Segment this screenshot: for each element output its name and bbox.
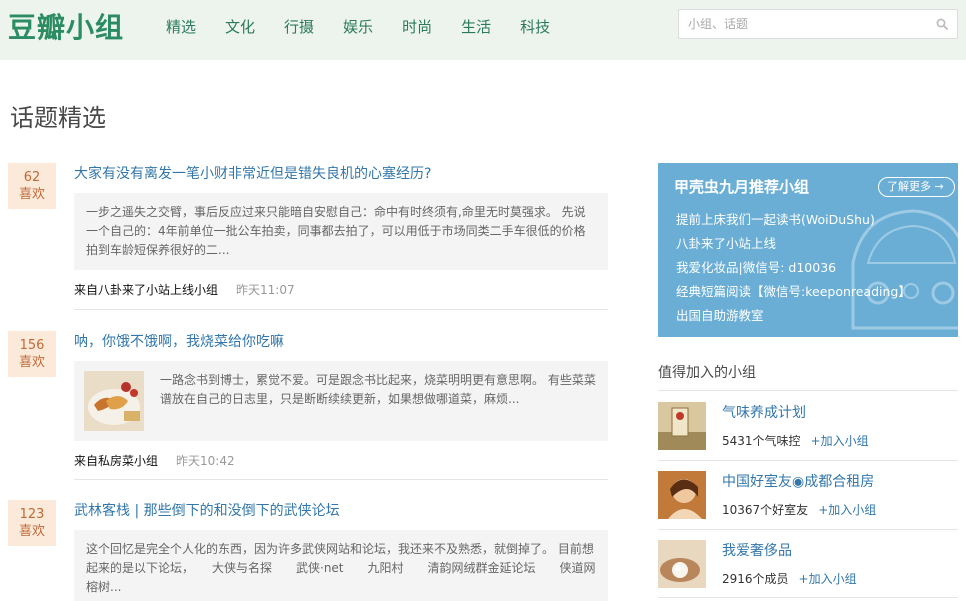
topic-item: 156 喜欢 呐，你饿不饿啊，我烧菜给你吃嘛 一路念书到博士，累觉不爱。可是跟念…	[8, 331, 608, 481]
topic-excerpt[interactable]: 一步之遥失之交臂，事后反应过来只能暗自安慰自己：命中有时终须有,命里无时莫强求。…	[74, 193, 608, 270]
group-member-count: 2916个成员 +加入小组	[722, 572, 857, 586]
group-avatar[interactable]	[658, 540, 706, 588]
nav-culture[interactable]: 文化	[225, 16, 255, 37]
group-member-count: 10367个好室友 +加入小组	[722, 503, 877, 517]
topic-meta: 来自私房菜小组 昨天10:42	[74, 452, 235, 469]
group-avatar[interactable]	[658, 402, 706, 450]
food-photo-icon[interactable]	[84, 371, 144, 431]
topic-title[interactable]: 武林客栈 | 那些倒下的和没倒下的武侠论坛	[74, 500, 340, 520]
topic-time: 昨天10:42	[176, 454, 235, 468]
banner-group-item[interactable]: 我爱化妆品|微信号: d10036	[676, 256, 911, 280]
recommend-banner[interactable]: 甲壳虫九月推荐小组 了解更多 → 提前上床我们一起读书(WoiDuShu) 八卦…	[658, 163, 958, 337]
group-avatar[interactable]	[658, 471, 706, 519]
group-item: 气味养成计划 5431个气味控 +加入小组	[658, 402, 958, 462]
topic-source[interactable]: 来自私房菜小组	[74, 454, 158, 468]
banner-group-item[interactable]: 提前上床我们一起读书(WoiDuShu)	[676, 208, 911, 232]
nav-tech[interactable]: 科技	[520, 16, 550, 37]
divider	[658, 460, 958, 461]
main-nav: 精选 文化 行摄 娱乐 时尚 生活 科技	[166, 16, 579, 37]
logo[interactable]: 豆瓣小组	[8, 6, 124, 46]
nav-fashion[interactable]: 时尚	[402, 16, 432, 37]
divider	[658, 390, 958, 391]
header: 豆瓣小组 精选 文化 行摄 娱乐 时尚 生活 科技	[0, 0, 966, 60]
topic-source[interactable]: 来自八卦来了小站上线小组	[74, 283, 218, 297]
nav-featured[interactable]: 精选	[166, 16, 196, 37]
divider	[658, 597, 958, 598]
recommended-groups-heading: 值得加入的小组	[658, 365, 756, 381]
topic-item: 62 喜欢 大家有没有离发一笔小财非常近但是错失良机的心塞经历? 一步之遥失之交…	[8, 163, 608, 313]
group-item: 我爱奢侈品 2916个成员 +加入小组	[658, 540, 958, 600]
likes-badge: 123 喜欢	[8, 500, 56, 546]
topic-item: 123 喜欢 武林客栈 | 那些倒下的和没倒下的武侠论坛 这个回忆是完全个人化的…	[8, 500, 608, 601]
banner-group-list: 提前上床我们一起读书(WoiDuShu) 八卦来了小站上线 我爱化妆品|微信号:…	[676, 208, 911, 328]
divider	[658, 529, 958, 530]
likes-label: 喜欢	[18, 524, 45, 539]
divider	[74, 309, 608, 310]
banner-group-item[interactable]: 八卦来了小站上线	[676, 232, 911, 256]
likes-count: 156	[19, 338, 45, 353]
learn-more-button[interactable]: 了解更多 →	[878, 177, 955, 197]
likes-badge: 156 喜欢	[8, 331, 56, 377]
group-name[interactable]: 我爱奢侈品	[722, 540, 792, 560]
group-member-count: 5431个气味控 +加入小组	[722, 434, 869, 448]
likes-count: 123	[19, 507, 45, 522]
topic-excerpt[interactable]: 一路念书到博士，累觉不爱。可是跟念书比起来，烧菜明明更有意思啊。 有些菜菜谱放在…	[74, 361, 608, 441]
likes-label: 喜欢	[18, 355, 45, 370]
likes-count: 62	[23, 170, 41, 185]
nav-entertainment[interactable]: 娱乐	[343, 16, 373, 37]
nav-travel[interactable]: 行摄	[284, 16, 314, 37]
group-name[interactable]: 中国好室友◉成都合租房	[722, 471, 874, 491]
banner-title[interactable]: 甲壳虫九月推荐小组	[674, 176, 809, 197]
join-group-button[interactable]: +加入小组	[818, 503, 876, 517]
search-icon[interactable]	[936, 18, 948, 30]
join-group-button[interactable]: +加入小组	[799, 572, 857, 586]
topic-title[interactable]: 大家有没有离发一笔小财非常近但是错失良机的心塞经历?	[74, 163, 431, 183]
group-item: 中国好室友◉成都合租房 10367个好室友 +加入小组	[658, 471, 958, 531]
nav-life[interactable]: 生活	[461, 16, 491, 37]
banner-group-item[interactable]: 经典短篇阅读【微信号:keeponreading】	[676, 280, 911, 304]
join-group-button[interactable]: +加入小组	[811, 434, 869, 448]
group-name[interactable]: 气味养成计划	[722, 402, 806, 422]
banner-group-item[interactable]: 出国自助游教室	[676, 304, 911, 328]
likes-label: 喜欢	[18, 187, 45, 202]
topic-title[interactable]: 呐，你饿不饿啊，我烧菜给你吃嘛	[74, 331, 284, 351]
topic-time: 昨天11:07	[236, 283, 295, 297]
page-title: 话题精选	[10, 104, 106, 132]
search-input[interactable]	[679, 10, 919, 38]
search-box	[678, 9, 958, 39]
divider	[74, 479, 608, 480]
topic-excerpt[interactable]: 这个回忆是完全个人化的东西，因为许多武侠网站和论坛，我还来不及熟悉，就倒掉了。 …	[74, 530, 608, 601]
likes-badge: 62 喜欢	[8, 163, 56, 209]
topic-excerpt-text: 一路念书到博士，累觉不爱。可是跟念书比起来，烧菜明明更有意思啊。 有些菜菜谱放在…	[160, 373, 596, 406]
topic-meta: 来自八卦来了小站上线小组 昨天11:07	[74, 281, 295, 298]
